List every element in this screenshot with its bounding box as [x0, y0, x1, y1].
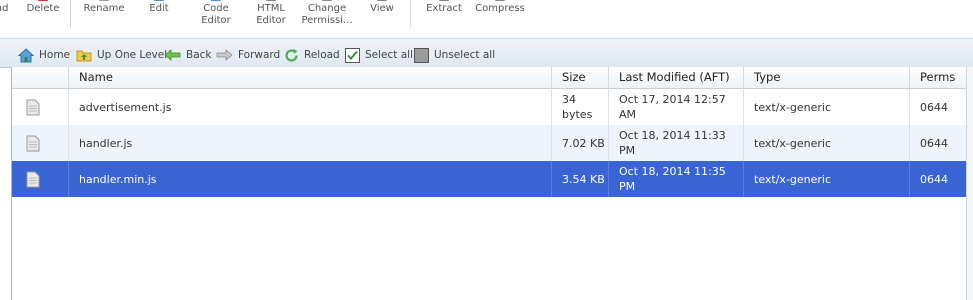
forward-arrow-icon — [216, 49, 233, 61]
file-name[interactable]: handler.min.js — [69, 161, 552, 197]
toolbar-divider — [70, 0, 71, 28]
delete-label: Delete — [26, 3, 60, 14]
file-size: 3.54 KB — [552, 161, 609, 197]
file-table: Name Size Last Modified (AFT) Type Perms… — [11, 67, 973, 300]
file-type: text/x-generic — [744, 161, 910, 197]
edit-label: Edit — [149, 3, 169, 14]
checkbox-checked-icon — [345, 47, 360, 63]
view-icon — [377, 0, 387, 1]
file-last-modified: Oct 18, 2014 11:33 PM — [609, 125, 744, 161]
up-one-level-button[interactable]: Up One Level — [76, 47, 167, 63]
reload-icon — [285, 48, 298, 62]
file-perms: 0644 — [920, 100, 948, 114]
home-button[interactable]: Home — [18, 47, 70, 63]
html-editor-button[interactable]: HTML Editor — [249, 0, 293, 27]
table-right-border — [966, 67, 973, 300]
change-permissions-button[interactable]: Change Permissi... — [300, 0, 354, 27]
rename-label: Rename — [83, 3, 125, 14]
column-header-name[interactable]: Name — [69, 67, 552, 89]
reload-label: Reload — [304, 49, 340, 61]
table-header: Name Size Last Modified (AFT) Type Perms — [12, 67, 973, 89]
file-last-modified: Oct 18, 2014 11:35 PM — [609, 161, 744, 197]
back-button[interactable]: Back — [164, 47, 212, 63]
code-editor-button[interactable]: Code Editor — [194, 0, 238, 27]
column-header-last-modified[interactable]: Last Modified (AFT) — [609, 67, 744, 89]
html-editor-icon — [266, 0, 276, 1]
unselect-all-label: Unselect all — [434, 49, 496, 61]
rename-button[interactable]: Rename — [82, 0, 126, 15]
extract-icon — [439, 0, 449, 1]
file-icon-cell — [12, 161, 69, 197]
column-header-icon — [12, 67, 69, 89]
compress-icon — [495, 0, 505, 1]
upload-label: ad — [0, 3, 9, 14]
forward-button[interactable]: Forward — [216, 47, 280, 63]
select-all-label: Select all — [365, 49, 413, 61]
table-row[interactable]: advertisement.js 34 bytes Oct 17, 2014 1… — [12, 89, 967, 125]
file-perms: 0644 — [920, 172, 948, 186]
back-arrow-icon — [164, 49, 181, 61]
rename-icon — [99, 0, 109, 1]
toolbar-divider — [410, 0, 411, 28]
file-name[interactable]: handler.js — [69, 125, 552, 161]
home-icon — [18, 47, 34, 62]
file-type: text/x-generic — [744, 89, 910, 125]
table-row[interactable]: handler.js 7.02 KB Oct 18, 2014 11:33 PM… — [12, 125, 967, 161]
file-size: 34 bytes — [552, 89, 609, 125]
file-icon — [26, 135, 40, 151]
column-header-size[interactable]: Size — [552, 67, 609, 89]
file-icon — [26, 99, 40, 115]
home-label: Home — [39, 49, 71, 61]
file-name[interactable]: advertisement.js — [69, 89, 552, 125]
up-one-level-label: Up One Level — [97, 49, 168, 61]
column-header-type[interactable]: Type — [744, 67, 910, 89]
toolbar: ad Delete Rename Edit Code Editor HTML E… — [0, 0, 973, 38]
compress-label: Compress — [475, 3, 525, 14]
file-icon-cell — [12, 89, 69, 125]
view-button[interactable]: View — [364, 0, 400, 15]
file-type: text/x-generic — [744, 125, 910, 161]
file-icon-cell — [12, 125, 69, 161]
view-label: View — [370, 3, 394, 14]
code-editor-icon — [211, 0, 221, 1]
forward-label: Forward — [238, 49, 281, 61]
table-row-selected[interactable]: handler.min.js 3.54 KB Oct 18, 2014 11:3… — [12, 161, 967, 197]
select-all-button[interactable]: Select all — [345, 47, 413, 63]
file-icon — [26, 171, 40, 187]
reload-button[interactable]: Reload — [284, 47, 340, 63]
extract-label: Extract — [426, 3, 462, 14]
code-editor-label: Code Editor — [201, 3, 231, 26]
delete-icon — [38, 0, 48, 1]
edit-icon — [154, 0, 164, 1]
file-last-modified: Oct 17, 2014 12:57 AM — [609, 89, 744, 125]
unselect-all-button[interactable]: Unselect all — [414, 47, 495, 63]
compress-button[interactable]: Compress — [474, 0, 526, 15]
permissions-icon — [322, 0, 332, 1]
edit-button[interactable]: Edit — [142, 0, 176, 15]
extract-button[interactable]: Extract — [422, 0, 466, 15]
checkbox-empty-icon — [414, 47, 429, 63]
file-size: 7.02 KB — [552, 125, 609, 161]
delete-button[interactable]: Delete — [24, 0, 62, 15]
back-label: Back — [186, 49, 212, 61]
html-editor-label: HTML Editor — [256, 3, 286, 26]
column-header-perms[interactable]: Perms — [910, 67, 967, 89]
up-folder-icon — [76, 50, 92, 62]
navigation-bar: Home Up One Level Back Forward Reload Se… — [0, 38, 973, 68]
file-perms: 0644 — [920, 136, 948, 150]
change-permissions-label: Change Permissi... — [301, 3, 353, 26]
